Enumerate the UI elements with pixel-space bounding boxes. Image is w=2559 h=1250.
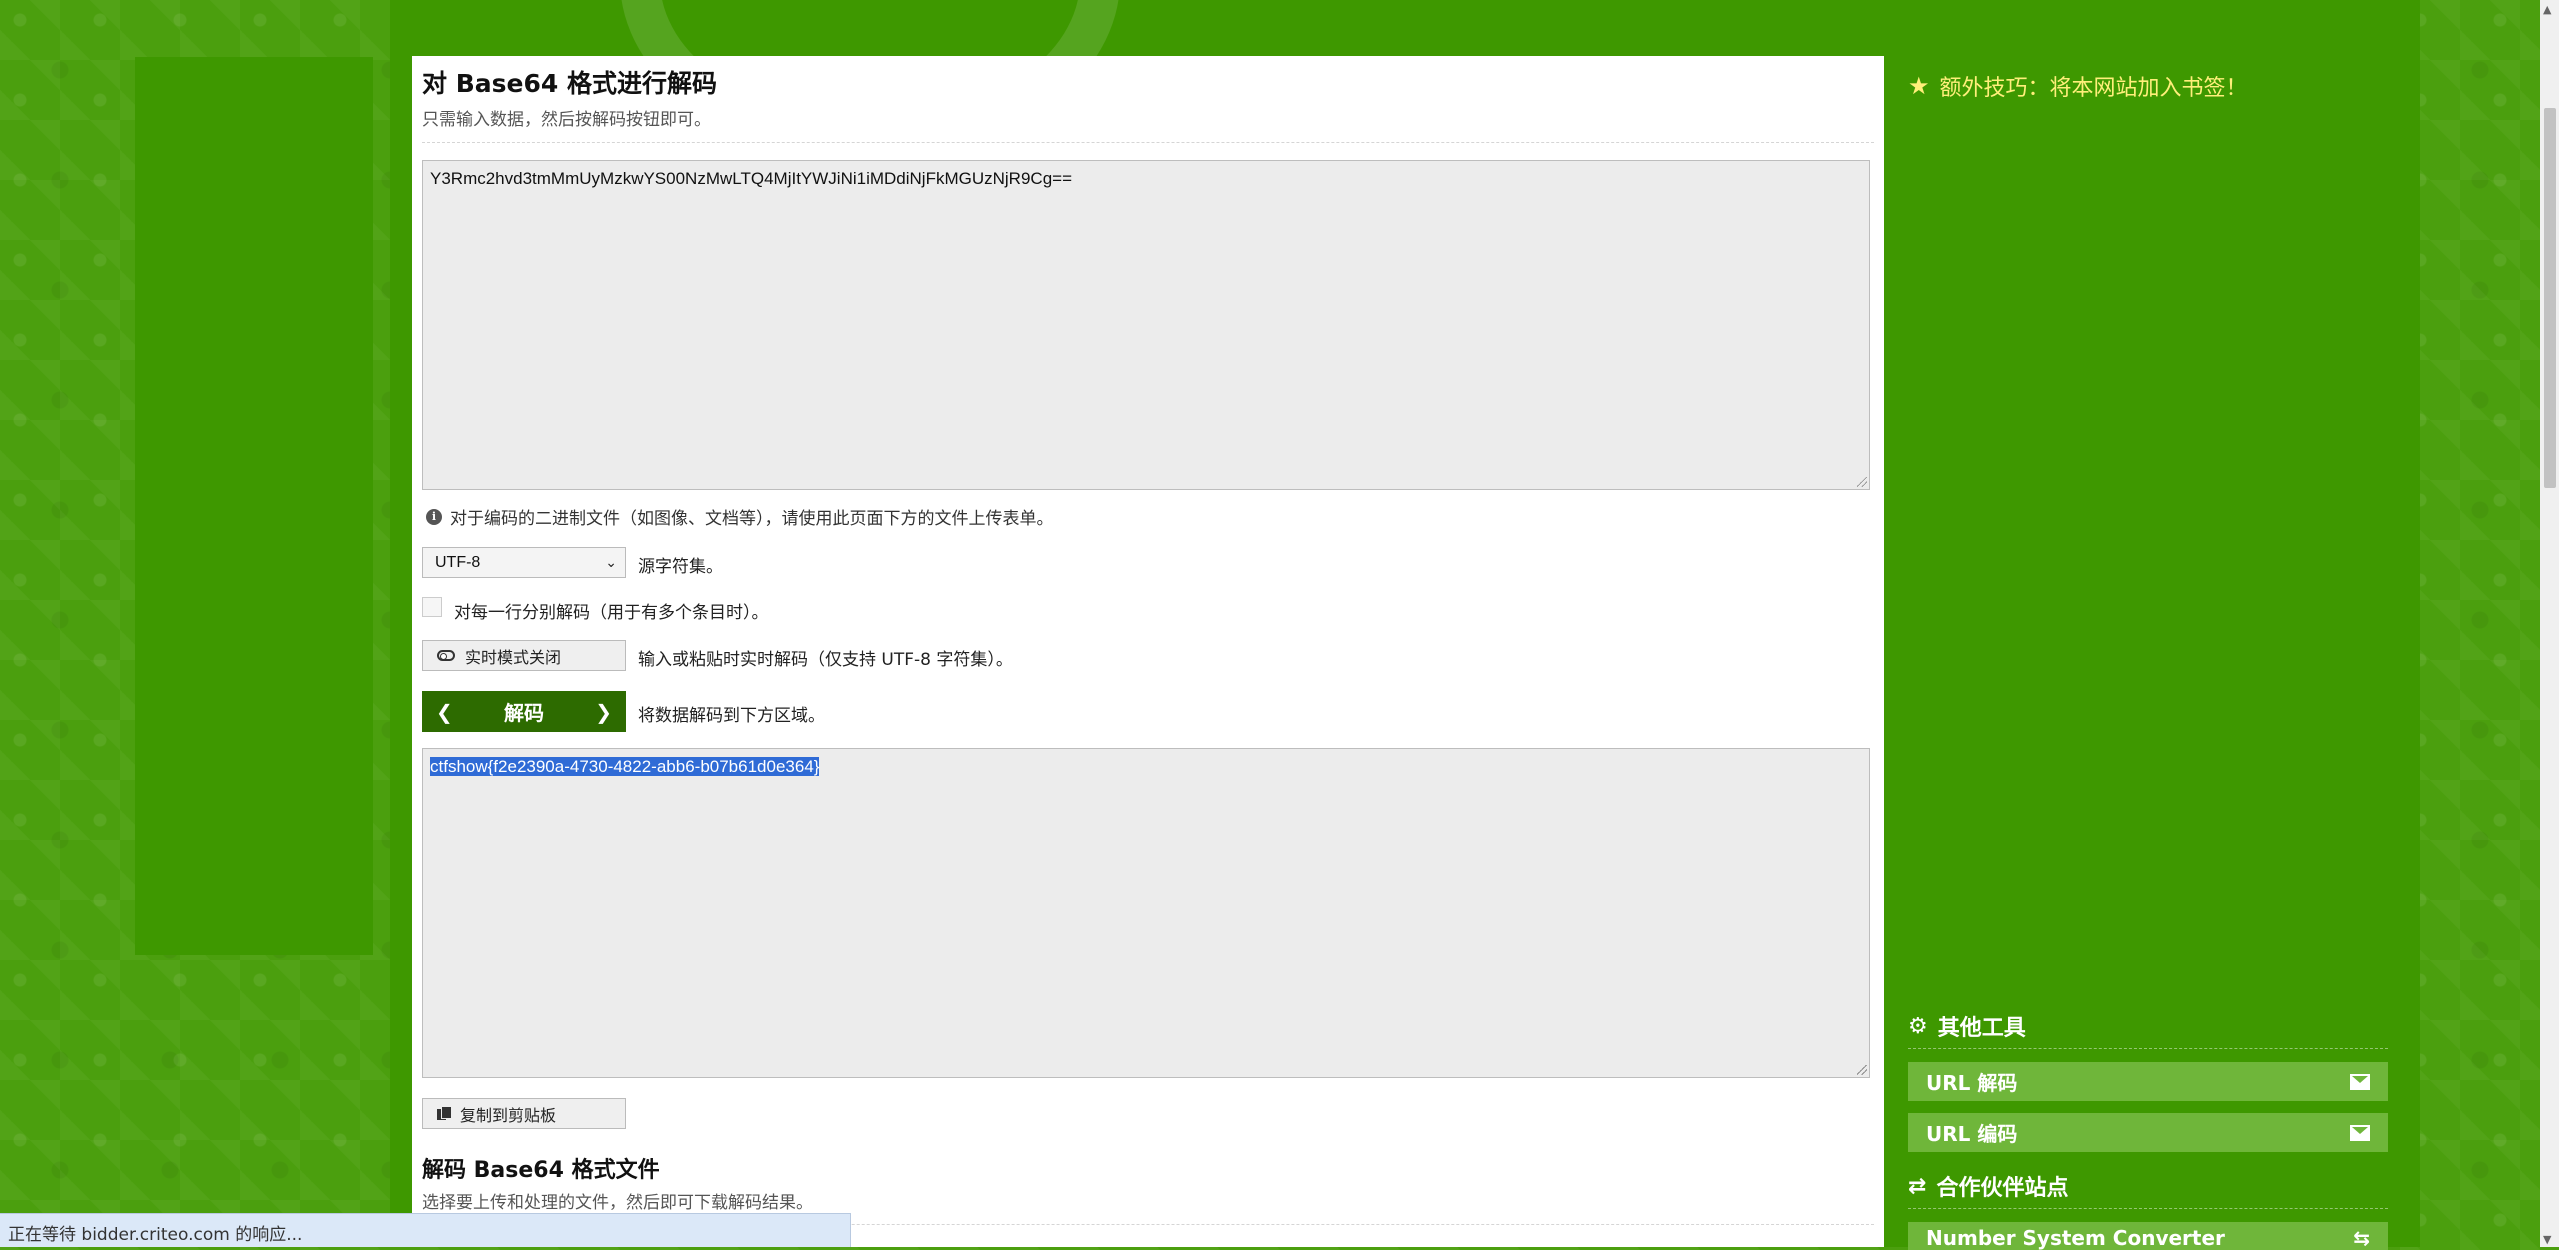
input-textarea[interactable]: Y3Rmc2hvd3tmMmUyMzkwYS00NzMwLTQ4MjItYWJi… [422, 160, 1870, 490]
chevron-left-icon: ❮ [436, 699, 453, 724]
info-icon: i [426, 508, 442, 525]
scroll-down-icon[interactable]: ▼ [2543, 1233, 2551, 1246]
charset-value: UTF-8 [435, 553, 481, 571]
copy-button-label: 复制到剪贴板 [460, 1105, 557, 1125]
file-section-subtitle: 选择要上传和处理的文件，然后即可下载解码结果。 [422, 1193, 813, 1213]
gear-icon: ⚙ [1908, 1013, 1928, 1039]
charset-select[interactable]: UTF-8 ⌄ [422, 547, 626, 578]
charset-label: 源字符集。 [638, 557, 723, 577]
file-section-title: 解码 Base64 格式文件 [422, 1158, 660, 1183]
per-line-checkbox[interactable] [422, 597, 442, 617]
exchange-icon: ⇆ [2353, 1226, 2370, 1250]
url-encode-link[interactable]: URL 编码 [1908, 1113, 2388, 1152]
partners-heading: ⇄ 合作伙伴站点 [1908, 1170, 2388, 1202]
decode-button-label: 解码 [504, 701, 544, 725]
live-mode-button-label: 实时模式关闭 [465, 647, 562, 667]
url-decode-label: URL 解码 [1926, 1071, 2018, 1095]
browser-status-bar: 正在等待 bidder.criteo.com 的响应... [0, 1213, 851, 1247]
decode-button[interactable]: ❮ 解码 ❯ [422, 691, 626, 732]
left-ad-slot [135, 57, 373, 955]
divider [422, 142, 1874, 143]
live-mode-button[interactable]: 实时模式关闭 [422, 640, 626, 671]
other-tools-heading: ⚙ 其他工具 [1908, 1010, 2388, 1042]
output-text: ctfshow{f2e2390a-4730-4822-abb6-b07b61d0… [430, 757, 820, 776]
info-text: 对于编码的二进制文件（如图像、文档等），请使用此页面下方的文件上传表单。 [450, 509, 1054, 529]
resize-grip-icon[interactable] [1857, 1065, 1867, 1075]
copy-to-clipboard-button[interactable]: 复制到剪贴板 [422, 1098, 626, 1129]
info-note: i 对于编码的二进制文件（如图像、文档等），请使用此页面下方的文件上传表单。 [426, 504, 1054, 529]
other-tools-title: 其他工具 [1937, 1016, 2026, 1041]
page-subtitle: 只需输入数据，然后按解码按钮即可。 [422, 110, 711, 130]
output-textarea[interactable]: ctfshow{f2e2390a-4730-4822-abb6-b07b61d0… [422, 748, 1870, 1078]
status-text: 正在等待 bidder.criteo.com 的响应... [8, 1225, 303, 1245]
envelope-icon [2350, 1124, 2370, 1141]
partners-title: 合作伙伴站点 [1936, 1176, 2069, 1201]
resize-grip-icon[interactable] [1857, 477, 1867, 487]
envelope-open-icon [2350, 1073, 2370, 1090]
chevron-right-icon: ❯ [595, 699, 612, 724]
copy-icon [437, 1106, 452, 1121]
shuffle-icon: ⇄ [1908, 1173, 1927, 1199]
url-decode-link[interactable]: URL 解码 [1908, 1062, 2388, 1101]
main-panel: 对 Base64 格式进行解码 只需输入数据，然后按解码按钮即可。 Y3Rmc2… [412, 56, 1884, 1247]
divider [1908, 1048, 2388, 1049]
scroll-up-icon[interactable]: ▲ [2543, 3, 2551, 16]
url-encode-label: URL 编码 [1926, 1122, 2018, 1146]
number-system-converter-label: Number System Converter [1926, 1226, 2225, 1250]
number-system-converter-link[interactable]: Number System Converter ⇆ [1908, 1222, 2388, 1250]
decode-label: 将数据解码到下方区域。 [638, 706, 825, 726]
input-text: Y3Rmc2hvd3tmMmUyMzkwYS00NzMwLTQ4MjItYWJi… [430, 169, 1072, 188]
page-title: 对 Base64 格式进行解码 [422, 69, 717, 98]
toggle-icon [437, 650, 455, 661]
bookmark-tip: ★ 额外技巧：将本网站加入书签！ [1908, 70, 2248, 102]
star-icon: ★ [1908, 72, 1930, 100]
live-mode-label: 输入或粘贴时实时解码（仅支持 UTF-8 字符集）。 [638, 650, 1013, 670]
bookmark-tip-text: 额外技巧：将本网站加入书签！ [1939, 76, 2248, 101]
scrollbar-thumb[interactable] [2544, 108, 2556, 488]
chevron-down-icon: ⌄ [605, 554, 617, 570]
divider [1908, 1208, 2388, 1209]
per-line-label: 对每一行分别解码（用于有多个条目时）。 [454, 603, 769, 623]
